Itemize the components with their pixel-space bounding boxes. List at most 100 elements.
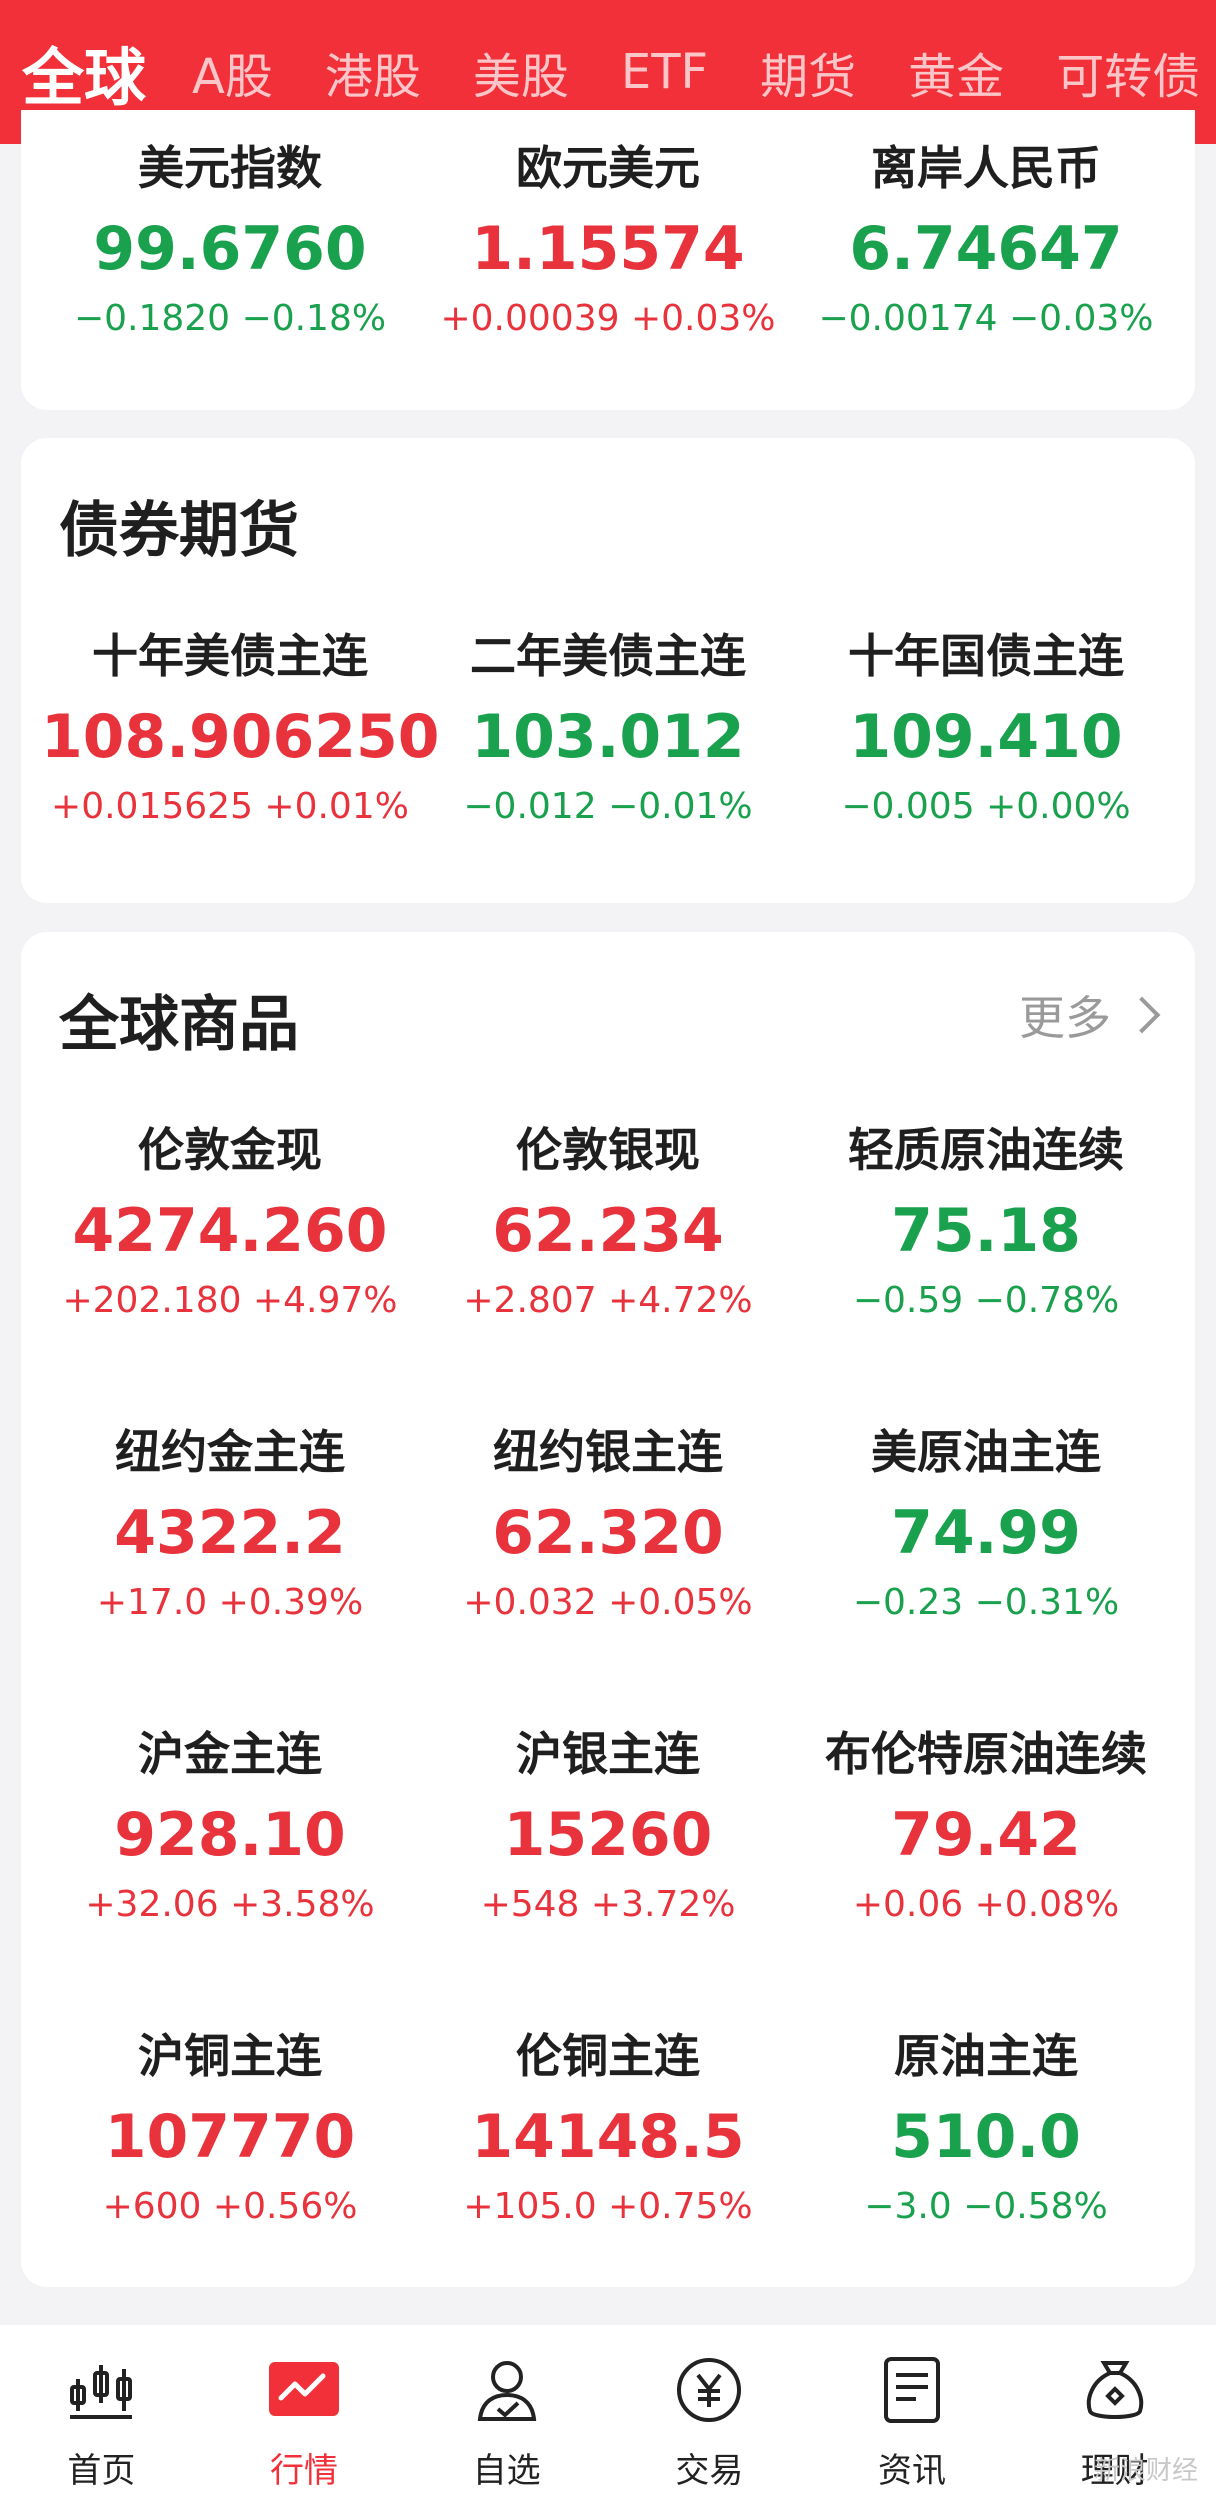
quote-name: 伦铜主连 [516, 2029, 700, 2083]
quote-price: 107770 [104, 2102, 356, 2172]
quote-card[interactable]: 沪银主连 15260 +548 +3.72% [419, 1726, 797, 1925]
more-link[interactable]: 更多 [1019, 982, 1161, 1048]
user-check-icon [470, 2353, 544, 2427]
document-icon [875, 2353, 949, 2427]
candlestick-icon [64, 2353, 138, 2427]
tab-futures[interactable]: 期货 [760, 37, 856, 107]
quote-change: +600 +0.56% [102, 2186, 358, 2227]
quote-price: 62.320 [492, 1498, 724, 1568]
market-chart-icon [267, 2353, 341, 2427]
quote-name: 欧元美元 [516, 141, 700, 195]
currency-card: 美元指数 99.6760 −0.1820 −0.18% 欧元美元 1.15574… [21, 110, 1195, 410]
quote-price: 4322.2 [114, 1498, 346, 1568]
nav-label: 行情 [270, 2451, 338, 2491]
quote-change: +2.807 +4.72% [463, 1280, 753, 1321]
quote-price: 1.15574 [471, 214, 745, 284]
quote-change: +17.0 +0.39% [96, 1582, 364, 1623]
quote-price: 79.42 [891, 1800, 1081, 1870]
section-title: 债券期货 [59, 496, 299, 566]
quote-card[interactable]: 轻质原油连续 75.18 −0.59 −0.78% [797, 1122, 1175, 1321]
quote-name: 纽约金主连 [115, 1425, 345, 1479]
quote-change: +32.06 +3.58% [85, 1884, 375, 1925]
quote-card[interactable]: 纽约银主连 62.320 +0.032 +0.05% [419, 1424, 797, 1623]
quote-price: 74.99 [891, 1498, 1081, 1568]
quote-name: 二年美债主连 [470, 629, 746, 683]
quote-card[interactable]: 美原油主连 74.99 −0.23 −0.31% [797, 1424, 1175, 1623]
quote-change: +202.180 +4.97% [62, 1280, 398, 1321]
yuan-coin-icon [672, 2353, 746, 2427]
tab-a-shares[interactable]: A股 [192, 37, 273, 107]
quote-card[interactable]: 欧元美元 1.15574 +0.00039 +0.03% [419, 140, 797, 339]
quote-card[interactable]: 沪铜主连 107770 +600 +0.56% [41, 2028, 419, 2227]
quote-name: 十年国债主连 [848, 629, 1124, 683]
quote-card[interactable]: 离岸人民币 6.74647 −0.00174 −0.03% [797, 140, 1175, 339]
quote-change: −0.59 −0.78% [852, 1280, 1120, 1321]
quote-card[interactable]: 十年美债主连 108.906250 +0.015625 +0.01% [41, 628, 440, 827]
quote-price: 103.012 [471, 702, 745, 772]
quote-change: −0.012 −0.01% [463, 786, 753, 827]
quote-change: +0.015625 +0.01% [51, 786, 409, 827]
bottom-nav: 首页 行情 自选 交易 资讯 理财 [0, 2325, 1216, 2505]
quote-price: 6.74647 [849, 214, 1123, 284]
quote-name: 美元指数 [138, 141, 322, 195]
nav-trade[interactable]: 交易 [608, 2325, 811, 2505]
tab-convertible-bonds[interactable]: 可转债 [1056, 37, 1200, 107]
nav-watchlist[interactable]: 自选 [405, 2325, 608, 2505]
nav-news[interactable]: 资讯 [811, 2325, 1014, 2505]
quote-card[interactable]: 十年国债主连 109.410 −0.005 +0.00% [797, 628, 1175, 827]
quote-price: 14148.5 [471, 2102, 745, 2172]
tab-hk-stocks[interactable]: 港股 [325, 37, 421, 107]
quote-price: 109.410 [849, 702, 1123, 772]
quote-card[interactable]: 伦敦银现 62.234 +2.807 +4.72% [419, 1122, 797, 1321]
quote-change: +0.06 +0.08% [852, 1884, 1120, 1925]
quote-card[interactable]: 沪金主连 928.10 +32.06 +3.58% [41, 1726, 419, 1925]
quote-change: +105.0 +0.75% [463, 2186, 753, 2227]
tab-etf[interactable]: ETF [621, 44, 708, 100]
quote-name: 沪银主连 [516, 1727, 700, 1781]
commodity-grid: 伦敦金现 4274.260 +202.180 +4.97% 伦敦银现 62.23… [21, 1122, 1215, 2227]
quote-price: 4274.260 [72, 1196, 388, 1266]
watermark: 新浪财经 [1093, 2456, 1198, 2486]
quote-card[interactable]: 伦敦金现 4274.260 +202.180 +4.97% [41, 1122, 419, 1321]
quote-name: 轻质原油连续 [848, 1123, 1124, 1177]
quote-price: 15260 [503, 1800, 713, 1870]
quote-change: −0.00174 −0.03% [818, 298, 1154, 339]
quote-card[interactable]: 美元指数 99.6760 −0.1820 −0.18% [41, 140, 419, 339]
quote-card[interactable]: 原油主连 510.0 −3.0 −0.58% [797, 2028, 1175, 2227]
quote-change: +0.032 +0.05% [463, 1582, 753, 1623]
quote-change: −0.23 −0.31% [852, 1582, 1120, 1623]
quote-price: 62.234 [492, 1196, 724, 1266]
nav-label: 交易 [675, 2451, 744, 2491]
quote-change: +548 +3.72% [480, 1884, 736, 1925]
quote-card[interactable]: 纽约金主连 4322.2 +17.0 +0.39% [41, 1424, 419, 1623]
quote-price: 99.6760 [93, 214, 367, 284]
quote-change: −0.1820 −0.18% [73, 298, 387, 339]
bond-grid: 十年美债主连 108.906250 +0.015625 +0.01% 二年美债主… [21, 628, 1215, 827]
tab-us-stocks[interactable]: 美股 [473, 37, 569, 107]
tab-global[interactable]: 全球 [22, 27, 146, 117]
commodities-card: 全球商品 更多 伦敦金现 4274.260 +202.180 +4.97% 伦敦… [21, 932, 1195, 2287]
quote-name: 沪金主连 [138, 1727, 322, 1781]
quote-name: 布伦特原油连续 [825, 1727, 1147, 1781]
quote-price: 928.10 [114, 1800, 346, 1870]
tab-gold[interactable]: 黄金 [908, 37, 1004, 107]
quote-price: 108.906250 [41, 702, 440, 772]
quote-change: −3.0 −0.58% [864, 2186, 1108, 2227]
currency-grid: 美元指数 99.6760 −0.1820 −0.18% 欧元美元 1.15574… [21, 140, 1215, 339]
money-bag-icon [1078, 2353, 1152, 2427]
section-title: 全球商品 [59, 990, 299, 1060]
quote-name: 沪铜主连 [138, 2029, 322, 2083]
quote-name: 离岸人民币 [871, 141, 1101, 195]
quote-change: +0.00039 +0.03% [440, 298, 776, 339]
nav-label: 首页 [67, 2451, 136, 2491]
quote-card[interactable]: 伦铜主连 14148.5 +105.0 +0.75% [419, 2028, 797, 2227]
quote-change: −0.005 +0.00% [841, 786, 1131, 827]
quote-name: 纽约银主连 [493, 1425, 723, 1479]
nav-market[interactable]: 行情 [203, 2325, 406, 2505]
more-label: 更多 [1019, 991, 1111, 1045]
quote-name: 伦敦银现 [516, 1123, 700, 1177]
nav-home[interactable]: 首页 [0, 2325, 203, 2505]
quote-card[interactable]: 二年美债主连 103.012 −0.012 −0.01% [419, 628, 797, 827]
quote-name: 伦敦金现 [138, 1123, 322, 1177]
quote-card[interactable]: 布伦特原油连续 79.42 +0.06 +0.08% [797, 1726, 1175, 1925]
